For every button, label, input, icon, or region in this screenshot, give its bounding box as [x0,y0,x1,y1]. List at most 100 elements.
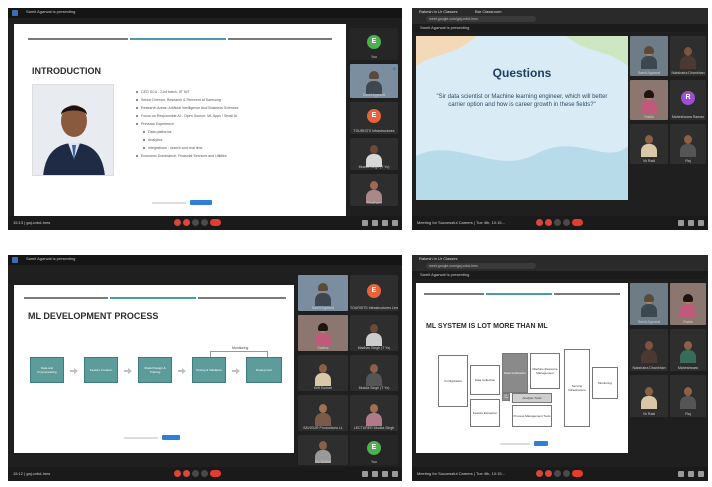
participant-tile[interactable]: Nakshatra Dhanbhan [670,36,706,76]
chat-icon[interactable] [382,471,388,477]
participant-tile[interactable]: SAVIOUR Productions Lt. [298,395,348,431]
slide-progress-track [152,202,186,204]
camera-toggle-icon[interactable] [545,219,552,226]
participant-tile-presenter[interactable]: Samit Agarwal [630,283,668,325]
captions-icon[interactable] [554,219,561,226]
browser-tab[interactable]: Bar Classroom [472,9,504,15]
meet-titlebar: Samit Agarwal is presenting [412,24,708,32]
participant-tile[interactable]: E You [350,28,398,60]
participant-video [366,180,382,203]
participant-tile[interactable]: Rabia [630,80,668,120]
participant-tile[interactable]: Dr. Sudhir [298,435,348,465]
participant-tile-presenter[interactable]: ◉ Samit Agarwal [350,64,398,98]
participant-tile[interactable]: Shubham [350,174,398,206]
end-call-button[interactable] [210,470,221,477]
mic-toggle-icon[interactable] [536,470,543,477]
slide-nav-button[interactable] [534,441,548,446]
participant-video [641,341,657,364]
people-icon[interactable] [372,471,378,477]
activities-icon[interactable] [392,471,398,477]
info-icon[interactable] [678,471,684,477]
camera-toggle-icon[interactable] [545,470,552,477]
people-icon[interactable] [372,220,378,226]
participant-tile[interactable]: Raj [670,124,706,164]
participant-tile-presenter[interactable]: Samit Agarwal [630,36,668,76]
camera-toggle-icon[interactable] [183,470,190,477]
participant-name: Kriti Kumari [313,386,333,390]
participant-name: Nakshatra Dhanbhan [671,71,705,75]
mic-toggle-icon[interactable] [174,470,181,477]
participant-tile[interactable]: Saleha [298,315,348,351]
participant-video [366,403,382,426]
participant-tile[interactable]: E TOURISTS Infrastructures [350,102,398,134]
more-options-icon[interactable] [201,219,208,226]
meeting-panel-ml-system: Rakesh in Ur Classes meet.google.com/gaj… [412,255,708,481]
participant-tile[interactable]: Vk Radi [630,124,668,164]
meeting-controls-bar: Meeting for Successful Careers | Tue 4th… [412,467,708,481]
participant-name: Vk Radi [642,159,656,163]
participant-tile[interactable]: E You [350,435,398,465]
slide-bar [110,297,196,299]
more-options-icon[interactable] [563,219,570,226]
speaking-icon: ◉ [392,66,397,71]
participant-tile[interactable]: Nakshatra Dhanbhan [630,329,668,371]
bullet-item: Senior Director, Research & Reinvent at … [136,98,238,106]
participant-tile[interactable]: Kriti Kumari [298,355,348,391]
window-title: Samit Agarwal is presenting [420,272,470,277]
browser-tab[interactable]: Rakesh in Ur Classes [416,256,460,262]
participant-video [641,90,657,113]
captions-icon[interactable] [192,470,199,477]
participant-tile[interactable]: Mudda Singh (T Yo) [350,138,398,170]
participant-name: TOURISTS Infrastructures Limited [350,306,398,310]
camera-toggle-icon[interactable] [183,219,190,226]
flow-step: Data and Preprocessing [30,357,64,383]
slide-bar [486,293,552,295]
slide-nav-button[interactable] [190,200,212,205]
chat-icon[interactable] [698,220,704,226]
participant-tile[interactable]: Mudda Singh (T Yo) [350,355,398,391]
participant-name: Nakshatra Dhanbhan [632,366,666,370]
ml-component: Serving Infrastructure [564,349,590,427]
call-controls [174,219,221,227]
chat-icon[interactable] [698,471,704,477]
info-icon[interactable] [678,220,684,226]
slide-title: ML DEVELOPMENT PROCESS [28,311,159,321]
bullet-item: Focus on Responsible AI - Open Source: M… [136,114,238,122]
participant-name: Rabia [683,320,693,324]
end-call-button[interactable] [572,219,583,226]
participant-tile-presenter[interactable]: Samit Agarwal [298,275,348,311]
participant-tile[interactable]: E TOURISTS Infrastructures Limited [350,275,398,311]
participant-tile[interactable]: Vk Radi [630,375,668,417]
chat-icon[interactable] [382,220,388,226]
mic-toggle-icon[interactable] [536,219,543,226]
address-bar[interactable]: meet.google.com/gaj-cxbd-hms [426,263,536,269]
captions-icon[interactable] [554,470,561,477]
address-bar[interactable]: meet.google.com/gaj-cxbd-hms [426,16,536,22]
participant-tile[interactable]: Raj [670,375,706,417]
more-options-icon[interactable] [563,470,570,477]
mic-toggle-icon[interactable] [174,219,181,226]
people-icon[interactable] [688,220,694,226]
captions-icon[interactable] [192,219,199,226]
end-call-button[interactable] [572,470,583,477]
more-options-icon[interactable] [201,470,208,477]
activities-icon[interactable] [392,220,398,226]
participant-tile[interactable]: Rabia [670,283,706,325]
participant-name: Saleha [317,346,329,350]
participant-tile[interactable]: LECTURER Mudda Singh [350,395,398,431]
people-icon[interactable] [688,471,694,477]
end-call-button[interactable] [210,219,221,226]
participant-tile[interactable]: Madhav Singh (T Yo) [350,315,398,351]
participant-name: LECTURER Mudda Singh [353,426,395,430]
participant-tile[interactable]: Maheshwara [670,329,706,371]
slide-nav-button[interactable] [162,435,180,440]
meeting-panel-introduction: Samit Agarwal is presenting INTRODUCTION… [8,8,402,230]
info-icon[interactable] [362,220,368,226]
browser-tab[interactable]: Rakesh in Ur Classes [416,9,460,15]
ml-component: Monitoring [592,367,618,399]
side-controls [362,220,398,226]
ml-component: Data Collection [470,365,500,395]
participant-tile[interactable]: R Maheshwara Raman [670,80,706,120]
info-icon[interactable] [362,471,368,477]
bullet-item: Previous Experience [136,122,238,130]
